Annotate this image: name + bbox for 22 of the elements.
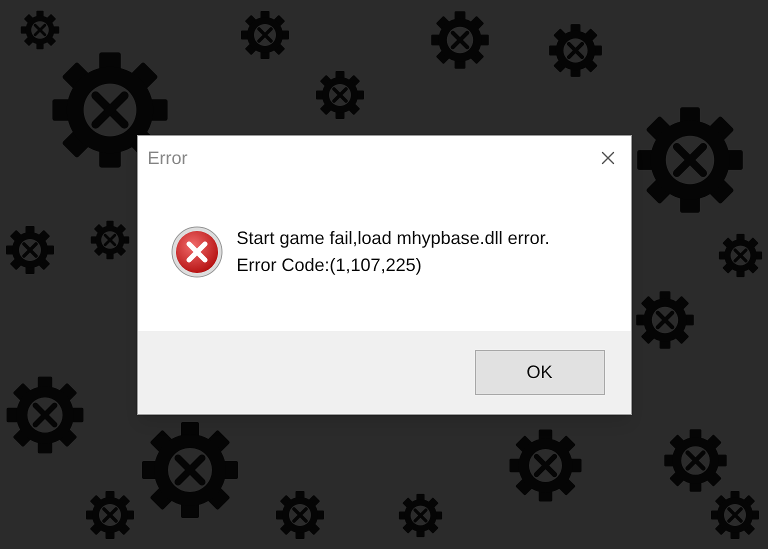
gear-icon [430, 10, 490, 70]
gear-icon [240, 10, 290, 60]
ok-button[interactable]: OK [474, 350, 604, 394]
gear-icon [635, 105, 745, 215]
window-title: Error [148, 146, 188, 170]
gear-icon [508, 428, 582, 502]
gear-icon [710, 490, 760, 540]
gear-icon [275, 490, 325, 540]
gear-icon [635, 290, 695, 350]
gear-icon [315, 70, 365, 120]
error-icon [170, 226, 222, 278]
gear-icon [662, 428, 728, 492]
gear-icon [90, 220, 130, 260]
gear-icon [5, 225, 55, 275]
gear-icon [85, 490, 135, 540]
error-message: Error Code:(1,107,225) [236, 254, 423, 277]
gear-icon [718, 232, 762, 278]
gear-icon [398, 492, 442, 538]
error-message: Start game fail,load mhypbase.dll error. [236, 226, 550, 250]
gear-icon [5, 375, 85, 455]
gear-icon [548, 22, 602, 78]
gear-icon [140, 420, 240, 520]
